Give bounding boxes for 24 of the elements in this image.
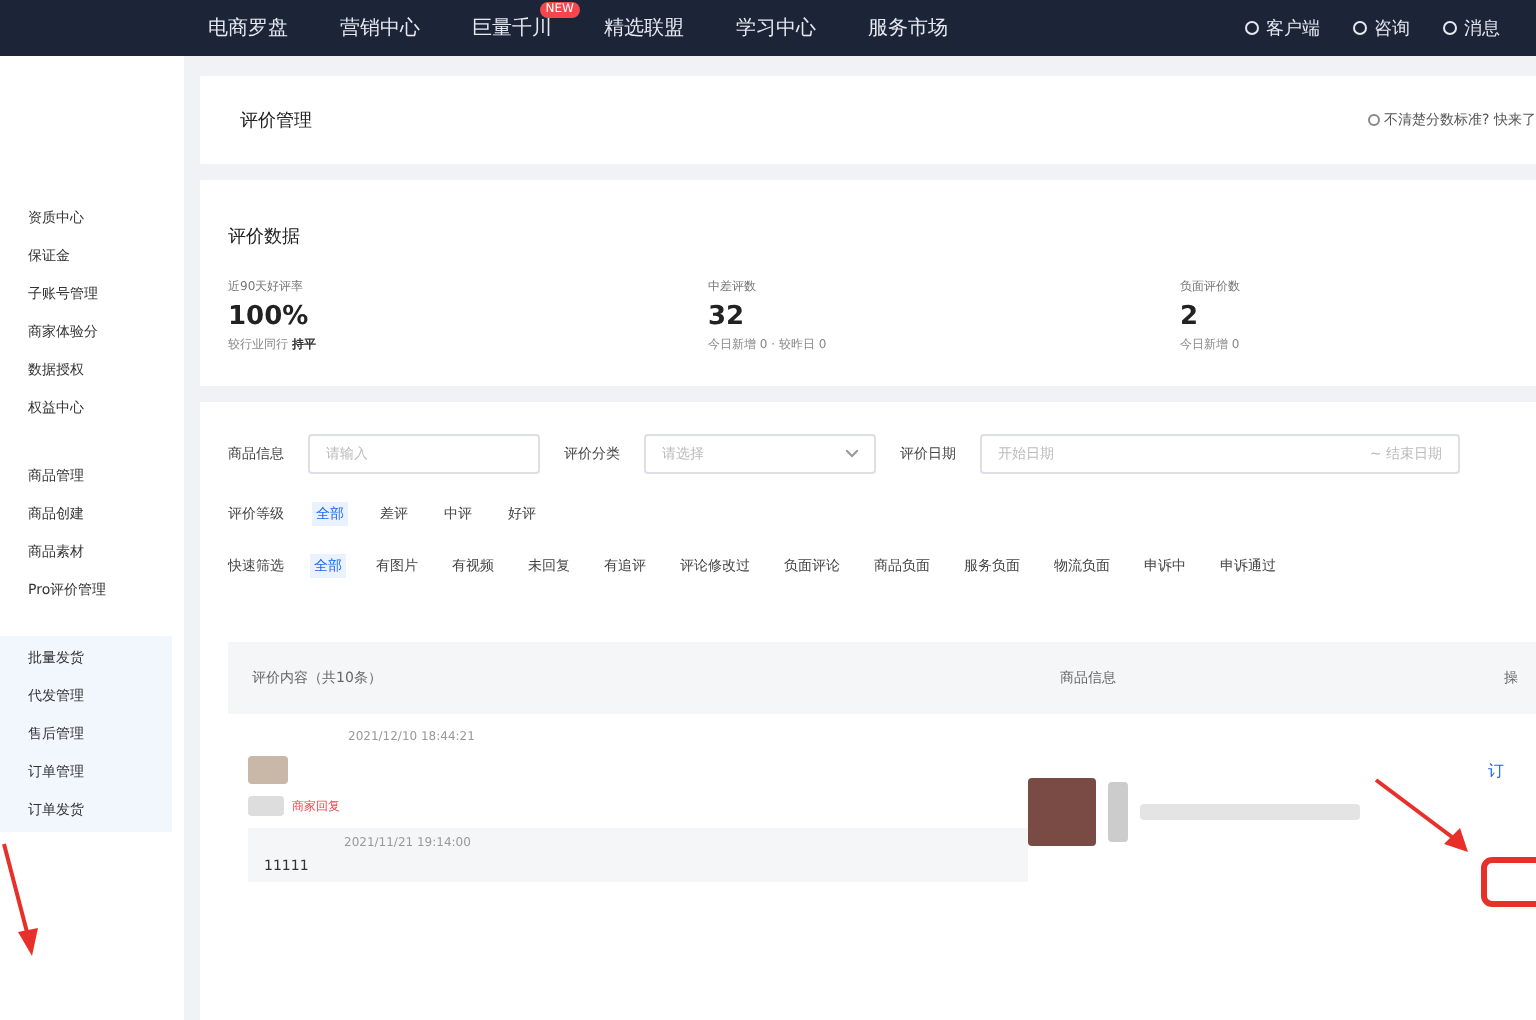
action-link[interactable]: 订 <box>1488 762 1504 780</box>
stat-value: 100% <box>228 302 311 332</box>
avatar-placeholder <box>248 756 288 784</box>
photo-placeholder <box>248 796 284 816</box>
stat-value: 2 <box>1180 302 1201 332</box>
chevron-down-icon <box>846 450 858 458</box>
section-title: 评价数据 <box>228 228 300 248</box>
nav-item[interactable]: 学习中心 <box>736 14 816 42</box>
nav-item[interactable]: 服务市场 <box>868 14 948 42</box>
photo-placeholder <box>1108 782 1128 842</box>
info-icon <box>1368 114 1381 126</box>
nav-action[interactable]: 消息 <box>1442 15 1500 41</box>
nav-item[interactable]: 电商罗盘 <box>208 14 288 42</box>
stat-value: 32 <box>708 302 747 332</box>
nav-item[interactable]: 巨量千川 <box>472 14 552 42</box>
nav-action[interactable]: 咨询 <box>1352 15 1410 41</box>
highlight-box <box>1480 856 1536 908</box>
nav-item[interactable]: 营销中心 <box>340 14 420 42</box>
nav-item[interactable]: 精选联盟 <box>604 14 684 42</box>
photo-placeholder <box>1028 778 1096 846</box>
annotation-arrow <box>1372 776 1472 856</box>
page-title: 评价管理 <box>240 109 312 133</box>
nav-action[interactable]: 客户端 <box>1244 15 1320 41</box>
annotation-arrow <box>0 840 40 960</box>
